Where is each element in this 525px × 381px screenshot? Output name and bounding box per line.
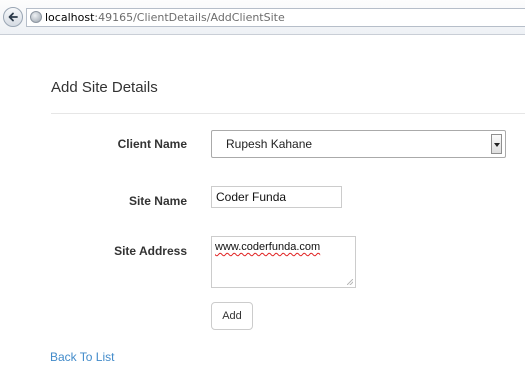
site-name-input[interactable]: Coder Funda: [211, 186, 342, 208]
back-button[interactable]: [3, 7, 23, 27]
browser-toolbar: localhost:49165/ClientDetails/AddClientS…: [0, 0, 525, 35]
url-host: localhost: [45, 11, 95, 24]
url-text: localhost:49165/ClientDetails/AddClientS…: [45, 11, 285, 24]
site-address-value: www.coderfunda.com: [215, 241, 321, 253]
client-name-selected: Rupesh Kahane: [226, 137, 313, 151]
site-address-label: Site Address: [114, 244, 187, 258]
client-name-label: Client Name: [117, 137, 187, 151]
resize-handle[interactable]: [347, 279, 353, 285]
client-name-select[interactable]: Rupesh Kahane: [211, 130, 506, 158]
page-icon: [30, 11, 42, 23]
chevron-down-icon[interactable]: [491, 134, 502, 154]
site-address-textarea[interactable]: www.coderfunda.com: [211, 236, 356, 288]
add-button[interactable]: Add: [211, 302, 253, 330]
site-name-label: Site Name: [128, 194, 187, 208]
back-arrow-icon: [8, 12, 18, 22]
url-path: :49165/ClientDetails/AddClientSite: [94, 11, 285, 24]
back-to-list-link[interactable]: Back To List: [50, 350, 114, 364]
address-bar[interactable]: localhost:49165/ClientDetails/AddClientS…: [26, 8, 525, 27]
title-divider: [51, 113, 525, 114]
page-title: Add Site Details: [51, 79, 158, 96]
